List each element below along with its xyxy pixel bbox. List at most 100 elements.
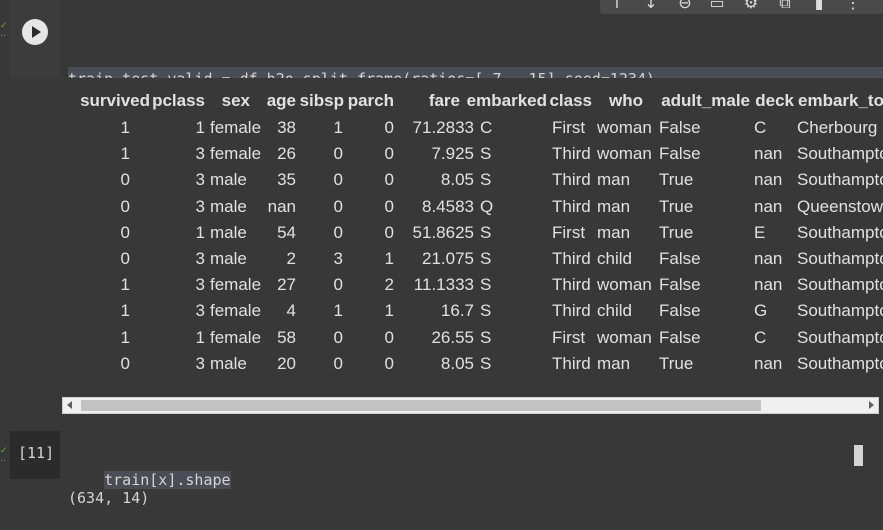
arrow-up-icon[interactable]: ↑ xyxy=(606,0,628,14)
table-cell: 1 xyxy=(384,301,394,321)
settings-icon[interactable]: ⚙ xyxy=(740,0,762,14)
table-cell: Southampto xyxy=(797,301,883,321)
table-cell: 26 xyxy=(277,144,296,164)
table-cell: 1 xyxy=(195,222,205,242)
play-icon xyxy=(32,26,41,38)
scrollbar-thumb[interactable] xyxy=(81,400,761,411)
column-header: embark_tow xyxy=(798,91,883,110)
more-icon[interactable]: ⋮ xyxy=(842,0,864,14)
table-cell: 51.8625 xyxy=(412,222,474,242)
table-cell: 0 xyxy=(384,222,394,242)
table-cell: 1 xyxy=(333,301,343,321)
table-cell: False xyxy=(659,275,701,295)
link-icon[interactable]: ⊖ xyxy=(674,0,696,14)
table-cell: 58 xyxy=(277,327,296,347)
table-cell: 3 xyxy=(195,170,205,190)
table-cell: female xyxy=(210,144,262,164)
table-cell: man xyxy=(597,170,631,190)
mirror-cell-icon[interactable]: ⧉ xyxy=(774,0,796,14)
code-editor[interactable]: train[x].shape xyxy=(60,431,883,489)
table-cell: 1 xyxy=(384,249,394,268)
run-cell-button[interactable] xyxy=(22,19,48,45)
table-cell: 3 xyxy=(195,249,205,268)
column-header: who xyxy=(609,91,643,110)
table-cell: S xyxy=(480,353,492,373)
table-cell: 0 xyxy=(384,196,394,216)
table-cell: G xyxy=(754,301,768,321)
table-cell: 0 xyxy=(333,353,343,373)
table-cell: Southampto xyxy=(797,353,883,373)
table-cell: woman xyxy=(597,327,652,347)
table-cell: 3 xyxy=(333,249,343,268)
table-cell: 0 xyxy=(333,222,343,242)
table-cell: Queenstown xyxy=(797,196,883,216)
table-cell: nan xyxy=(267,196,296,216)
table-cell: 0 xyxy=(333,144,343,164)
table-cell: Southampto xyxy=(797,327,883,347)
cell-status-mark: ✓ ‥ xyxy=(0,446,8,464)
column-header: sibsp xyxy=(299,91,344,110)
table-cell: 7.925 xyxy=(431,144,474,164)
table-cell: 0 xyxy=(120,249,130,268)
code-line: train[x].shape xyxy=(104,471,231,489)
comment-icon[interactable]: ▭ xyxy=(706,0,728,14)
table-cell: female xyxy=(210,327,262,347)
table-cell: 0 xyxy=(120,196,130,216)
cell-output-text: (634, 14) xyxy=(68,489,150,507)
table-cell: 8.05 xyxy=(440,353,474,373)
dataframe-table: survived pclass sex age sibsp parch fare embark… xyxy=(60,91,883,381)
column-header: embarked xyxy=(466,91,547,110)
table-cell: 71.2833 xyxy=(412,118,474,137)
delete-icon[interactable]: ▮ xyxy=(808,0,830,14)
table-cell: 0 xyxy=(120,170,130,190)
table-cell: C xyxy=(754,327,767,347)
table-cell: 0 xyxy=(384,353,394,373)
table-cell: First xyxy=(552,327,586,347)
table-cell: S xyxy=(480,222,492,242)
column-header: adult_male xyxy=(661,91,750,110)
scroll-left-icon[interactable] xyxy=(67,401,72,409)
table-cell: 11.1333 xyxy=(413,275,474,295)
table-cell: 0 xyxy=(333,275,343,295)
column-header: deck xyxy=(755,91,794,110)
table-cell: 8.4583 xyxy=(422,196,474,216)
scroll-right-icon[interactable] xyxy=(869,401,874,409)
table-cell: Southampto xyxy=(797,170,883,190)
table-cell: 1 xyxy=(195,118,205,137)
table-cell: 0 xyxy=(120,353,130,373)
table-cell: nan xyxy=(754,144,783,164)
table-cell: child xyxy=(597,301,632,321)
table-cell: Southampto xyxy=(797,144,883,164)
table-cell: female xyxy=(210,275,262,295)
cell-toolbar: ↑ ↓ ⊖ ▭ ⚙ ⧉ ▮ ⋮ xyxy=(600,0,883,14)
table-cell: 3 xyxy=(195,301,205,321)
table-cell: Cherbourg xyxy=(797,118,878,137)
column-header: parch xyxy=(347,91,394,110)
code-cell-2[interactable]: [11] train[x].shape xyxy=(10,431,883,489)
table-cell: female xyxy=(210,118,262,137)
column-header: sex xyxy=(221,91,250,110)
table-cell: 27 xyxy=(277,275,296,295)
table-cell: Third xyxy=(552,301,591,321)
table-cell: 0 xyxy=(333,327,343,347)
table-cell: 4 xyxy=(286,301,296,321)
table-cell: 0 xyxy=(384,144,394,164)
column-header: age xyxy=(266,91,296,110)
table-cell: nan xyxy=(754,249,783,268)
horizontal-scrollbar[interactable] xyxy=(62,397,879,414)
table-cell: 2 xyxy=(286,249,296,268)
table-cell: 26.55 xyxy=(431,327,474,347)
table-cell: 3 xyxy=(195,353,205,373)
arrow-down-icon[interactable]: ↓ xyxy=(640,0,662,14)
table-cell: True xyxy=(659,222,694,242)
table-cell: 1 xyxy=(120,275,130,295)
table-cell: First xyxy=(552,118,586,137)
table-cell: nan xyxy=(754,275,783,295)
cell-status-mark: ✓ ‥ xyxy=(0,21,8,39)
run-column xyxy=(10,0,60,78)
table-cell: Q xyxy=(480,196,494,216)
table-cell: 38 xyxy=(277,118,296,137)
table-cell: False xyxy=(659,118,701,137)
table-cell: Third xyxy=(552,144,591,164)
table-cell: 20 xyxy=(277,353,296,373)
